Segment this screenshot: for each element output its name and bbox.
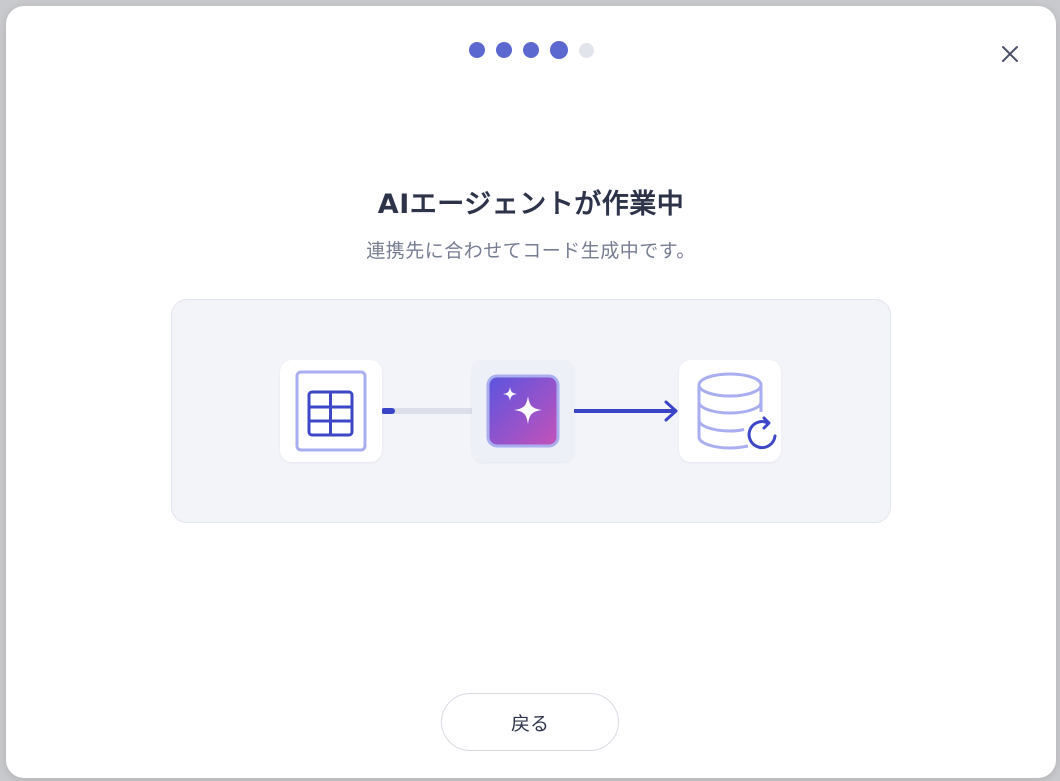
table-icon [295, 370, 367, 452]
step-dot-2 [495, 42, 512, 58]
step-dot-4-current [549, 41, 568, 59]
back-button[interactable]: 戻る [441, 693, 619, 751]
ai-agent-dialog: AIエージェントが作業中 連携先に合わせてコード生成中です。 戻る [6, 6, 1056, 778]
close-button[interactable] [998, 42, 1022, 66]
dialog-subtitle: 連携先に合わせてコード生成中です。 [366, 240, 696, 262]
sparkles-icon [486, 374, 560, 448]
flow-diagram [171, 299, 891, 523]
step-indicator [6, 41, 1056, 59]
ai-agent-node [472, 360, 574, 462]
database-sync-icon [697, 372, 780, 452]
close-icon [1002, 46, 1018, 62]
step-dot-3 [522, 42, 539, 58]
step-dot-5 [578, 42, 594, 58]
spreadsheet-node [280, 360, 382, 462]
database-node [679, 360, 781, 462]
step-dot-1 [468, 42, 485, 58]
dialog-title: AIエージェントが作業中 [377, 189, 685, 220]
